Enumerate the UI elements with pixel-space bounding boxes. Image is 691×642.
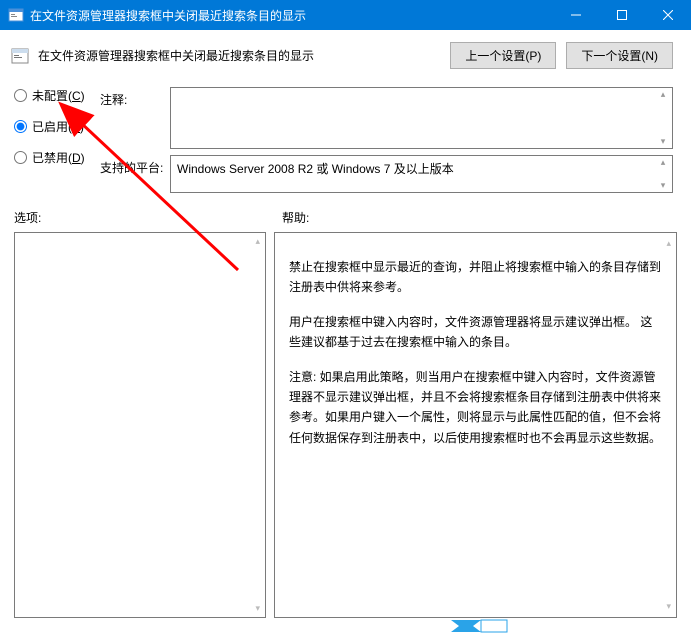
help-label: 帮助: (270, 209, 673, 226)
minimize-button[interactable] (553, 0, 599, 30)
scrollbar-icon[interactable]: ▴▾ (656, 158, 670, 190)
radio-disabled-input[interactable] (14, 151, 27, 164)
scrollbar-icon[interactable] (248, 236, 262, 614)
close-button[interactable] (645, 0, 691, 30)
maximize-button[interactable] (599, 0, 645, 30)
help-panel: 禁止在搜索框中显示最近的查询，并阻止将搜索框中输入的条目存储到注册表中供将来参考… (274, 232, 677, 618)
prev-setting-button[interactable]: 上一个设置(P) (450, 42, 556, 69)
help-text: 注意: 如果启用此策略，则当用户在搜索框中键入内容时，文件资源管理器不显示建议弹… (289, 367, 662, 449)
annotation-arrow-icon (58, 100, 258, 280)
next-setting-button[interactable]: 下一个设置(N) (566, 42, 673, 69)
help-text: 禁止在搜索框中显示最近的查询，并阻止将搜索框中输入的条目存储到注册表中供将来参考… (289, 257, 662, 298)
header-row: 在文件资源管理器搜索框中关闭最近搜索条目的显示 上一个设置(P) 下一个设置(N… (10, 42, 681, 69)
help-text: 用户在搜索框中键入内容时，文件资源管理器将显示建议弹出框。 这些建议都基于过去在… (289, 312, 662, 353)
options-panel (14, 232, 266, 618)
setting-icon (10, 46, 30, 66)
scrollbar-icon[interactable] (659, 236, 673, 614)
radio-enabled-input[interactable] (14, 120, 27, 133)
watermark-icon (451, 614, 511, 638)
header-title: 在文件资源管理器搜索框中关闭最近搜索条目的显示 (38, 47, 450, 64)
window-controls (553, 0, 691, 30)
window-title: 在文件资源管理器搜索框中关闭最近搜索条目的显示 (30, 7, 553, 24)
policy-icon (8, 7, 24, 23)
titlebar: 在文件资源管理器搜索框中关闭最近搜索条目的显示 (0, 0, 691, 30)
radio-not-configured-input[interactable] (14, 89, 27, 102)
scrollbar-icon[interactable]: ▴▾ (656, 90, 670, 146)
